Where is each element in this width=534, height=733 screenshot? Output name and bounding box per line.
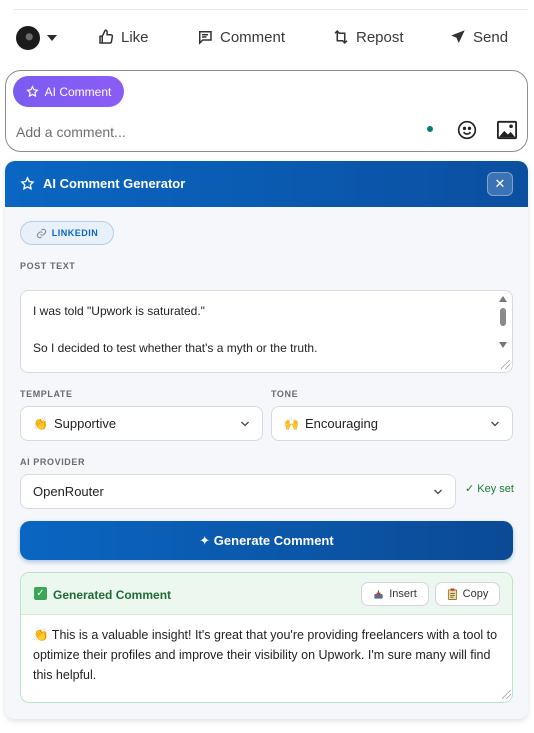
insert-button[interactable]: Insert [361, 582, 429, 606]
tone-select[interactable]: 🙌 Encouraging [271, 406, 513, 441]
resize-handle-icon[interactable] [502, 690, 511, 699]
scroll-thumb[interactable] [500, 308, 506, 326]
ai-comment-button[interactable]: AI Comment [13, 76, 124, 107]
star-icon [26, 85, 39, 98]
post-action-bar: Like Comment Repost Send [14, 22, 514, 54]
post-text-line: I was told "Upwork is saturated." [33, 304, 205, 318]
copy-label: Copy [462, 588, 489, 600]
comment-box[interactable]: AI Comment Add a comment... [5, 70, 528, 152]
scroll-down-icon[interactable] [499, 342, 507, 348]
star-icon [20, 176, 35, 190]
platform-label: LINKEDIN [51, 228, 99, 238]
generated-comment-text[interactable]: 👏 This is a valuable insight! It's great… [33, 625, 503, 685]
tone-label: TONE [271, 389, 299, 399]
post-text-line: So I decided to test whether that's a my… [33, 341, 318, 356]
link-icon [36, 228, 46, 238]
repost-button[interactable]: Repost [332, 28, 404, 46]
ai-comment-label: AI Comment [44, 84, 112, 99]
send-icon [451, 30, 465, 43]
close-button[interactable]: ✕ [487, 172, 513, 196]
resize-handle-icon[interactable] [501, 360, 510, 369]
caret-down-icon[interactable] [47, 35, 57, 41]
chevron-down-icon [241, 421, 249, 427]
repost-icon [334, 29, 348, 45]
generated-comment-card: ✓ Generated Comment Insert Copy 👏 This i… [20, 572, 513, 703]
clipboard-icon [447, 588, 457, 600]
generate-comment-button[interactable]: ✦ Generate Comment [20, 521, 513, 560]
send-button[interactable]: Send [449, 28, 508, 46]
status-dot [427, 126, 433, 132]
comment-input[interactable]: Add a comment... [16, 124, 126, 140]
copy-button[interactable]: Copy [435, 582, 500, 606]
raised-hands-emoji-icon: 🙌 [284, 416, 299, 431]
top-divider [14, 9, 528, 10]
panel-title: AI Comment Generator [43, 176, 186, 191]
image-icon[interactable] [496, 120, 518, 140]
inbox-icon [374, 589, 383, 599]
ai-provider-select[interactable]: OpenRouter [20, 474, 456, 509]
key-status: ✓ Key set [465, 483, 514, 495]
template-select[interactable]: 👏 Supportive [20, 406, 263, 441]
thumbs-up-icon [99, 29, 114, 44]
template-value: Supportive [53, 416, 117, 431]
platform-badge: LINKEDIN [20, 221, 114, 245]
generated-comment-title: Generated Comment [53, 588, 172, 602]
ai-provider-label: AI PROVIDER [20, 457, 86, 467]
emoji-icon[interactable] [457, 120, 477, 140]
like-button[interactable]: Like [97, 28, 149, 46]
clap-emoji-icon: 👏 [33, 416, 48, 431]
ai-comment-generator-panel: AI Comment Generator ✕ LINKEDIN POST TEX… [5, 161, 528, 719]
check-icon: ✓ [34, 587, 47, 600]
post-text-label: POST TEXT [20, 261, 76, 271]
chevron-down-icon [434, 489, 442, 495]
comment-icon [199, 31, 212, 45]
avatar[interactable] [16, 26, 40, 50]
insert-label: Insert [389, 588, 417, 600]
repost-label: Repost [356, 28, 404, 46]
post-text-scrollbar[interactable] [497, 294, 509, 370]
post-text-field[interactable]: I was told "Upwork is saturated." So I d… [20, 290, 513, 373]
template-label: TEMPLATE [20, 389, 73, 399]
generated-comment-header: ✓ Generated Comment Insert Copy [21, 573, 512, 615]
panel-header: AI Comment Generator ✕ [5, 161, 528, 207]
tone-value: Encouraging [304, 416, 378, 431]
comment-label: Comment [220, 28, 286, 46]
like-label: Like [121, 28, 149, 46]
scroll-up-icon[interactable] [499, 296, 507, 302]
chevron-down-icon [491, 421, 499, 427]
send-label: Send [473, 28, 509, 46]
comment-button[interactable]: Comment [196, 28, 285, 46]
ai-provider-value: OpenRouter [33, 484, 104, 499]
